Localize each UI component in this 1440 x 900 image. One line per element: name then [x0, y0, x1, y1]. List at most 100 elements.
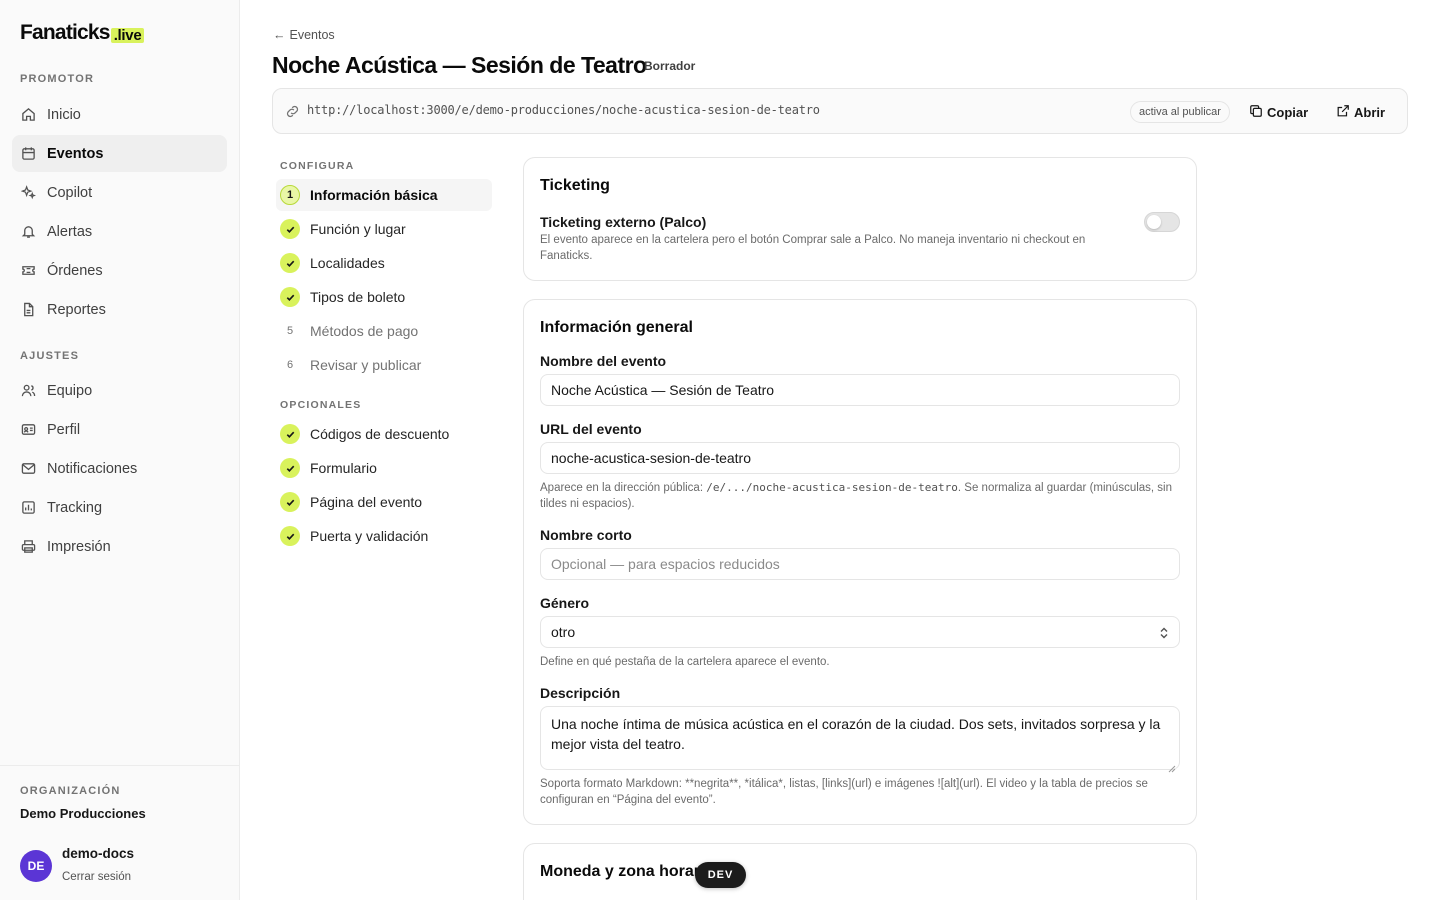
file-icon: [21, 302, 36, 317]
step-puerta-y-validacion[interactable]: Puerta y validación: [276, 520, 492, 552]
url-help-path: /e/.../noche-acustica-sesion-de-teatro: [706, 481, 958, 494]
sidebar: Fanaticks .live PROMOTOR Inicio Eventos …: [0, 0, 240, 900]
sidebar-item-notificaciones[interactable]: Notificaciones: [12, 450, 227, 487]
calendar-icon: [21, 146, 36, 161]
sidebar-item-alertas[interactable]: Alertas: [12, 213, 227, 250]
chevron-up-down-icon: [1159, 626, 1169, 639]
step-label: Tipos de boleto: [310, 289, 406, 305]
event-url-label: URL del evento: [540, 421, 642, 437]
genre-label: Género: [540, 595, 590, 611]
ticket-icon: [21, 263, 36, 278]
step-label: Función y lugar: [310, 221, 406, 237]
step-label: Formulario: [310, 460, 377, 476]
public-url[interactable]: http://localhost:3000/e/demo-produccione…: [307, 103, 820, 117]
sidebar-item-label: Órdenes: [47, 262, 103, 279]
external-ticketing-toggle[interactable]: [1144, 212, 1180, 232]
sidebar-item-perfil[interactable]: Perfil: [12, 411, 227, 448]
sidebar-item-ordenes[interactable]: Órdenes: [12, 252, 227, 289]
copy-url-button[interactable]: Copiar: [1249, 101, 1308, 123]
copy-label: Copiar: [1267, 104, 1309, 120]
bell-icon: [21, 224, 36, 239]
ticketing-title: Ticketing: [540, 177, 610, 194]
step-funcion-y-lugar[interactable]: Función y lugar: [276, 213, 492, 245]
sidebar-item-copilot[interactable]: Copilot: [12, 174, 227, 211]
sidebar-item-label: Notificaciones: [47, 460, 138, 477]
section-promotor: PROMOTOR: [20, 73, 95, 85]
dev-badge[interactable]: DEV: [695, 862, 746, 888]
check-icon: [280, 492, 300, 512]
general-info-title: Información general: [540, 319, 693, 336]
external-ticketing-label: Ticketing externo (Palco): [540, 214, 707, 230]
open-url-button[interactable]: Abrir: [1336, 101, 1385, 123]
org-divider: [0, 765, 240, 766]
sidebar-item-inicio[interactable]: Inicio: [12, 96, 227, 133]
ticketing-card: Ticketing Ticketing externo (Palco) El e…: [523, 157, 1197, 281]
home-icon: [21, 107, 36, 122]
check-icon: [280, 253, 300, 273]
status-badge: Borrador: [644, 59, 696, 73]
step-metodos-de-pago[interactable]: 5 Métodos de pago: [276, 315, 492, 347]
brand-logo[interactable]: Fanaticks .live: [20, 21, 145, 44]
event-name-input[interactable]: Noche Acústica — Sesión de Teatro: [540, 374, 1180, 406]
currency-timezone-card: Moneda y zona horaria: [523, 843, 1197, 900]
sidebar-item-label: Copilot: [47, 184, 93, 201]
logout-link[interactable]: Cerrar sesión: [62, 871, 131, 883]
check-icon: [280, 287, 300, 307]
external-link-icon: [1336, 104, 1350, 121]
id-card-icon: [21, 422, 36, 437]
event-name-label: Nombre del evento: [540, 353, 667, 369]
sidebar-item-equipo[interactable]: Equipo: [12, 372, 227, 409]
section-ajustes: AJUSTES: [20, 350, 80, 362]
step-formulario[interactable]: Formulario: [276, 452, 492, 484]
step-number: 1: [280, 185, 300, 205]
sidebar-item-label: Impresión: [47, 538, 111, 555]
printer-icon: [21, 539, 36, 554]
step-codigos-de-descuento[interactable]: Códigos de descuento: [276, 418, 492, 450]
resize-grip-icon[interactable]: [1168, 758, 1176, 773]
avatar[interactable]: DE: [20, 850, 52, 882]
arrow-left-icon: ←: [273, 28, 286, 42]
sidebar-item-tracking[interactable]: Tracking: [12, 489, 227, 526]
mail-icon: [21, 461, 36, 476]
description-label: Descripción: [540, 685, 621, 701]
sidebar-item-impresion[interactable]: Impresión: [12, 528, 227, 565]
sidebar-item-reportes[interactable]: Reportes: [12, 291, 227, 328]
steps-opcionales-heading: OPCIONALES: [280, 399, 362, 411]
toggle-knob: [1147, 215, 1161, 229]
link-icon: [285, 104, 300, 119]
sidebar-item-label: Tracking: [47, 499, 103, 516]
sidebar-item-label: Reportes: [47, 301, 106, 318]
description-textarea[interactable]: Una noche íntima de música acústica en e…: [540, 706, 1180, 773]
sidebar-item-label: Inicio: [47, 106, 81, 123]
description-value: Una noche íntima de música acústica en e…: [551, 716, 1161, 752]
copy-icon: [1249, 104, 1263, 121]
sidebar-item-label: Perfil: [47, 421, 81, 438]
event-url-input[interactable]: noche-acustica-sesion-de-teatro: [540, 442, 1180, 474]
external-ticketing-help: El evento aparece en la cartelera pero e…: [540, 234, 1086, 262]
genre-select[interactable]: otro: [540, 616, 1180, 648]
org-name[interactable]: Demo Producciones: [20, 806, 146, 821]
check-icon: [280, 424, 300, 444]
currency-timezone-title: Moneda y zona horaria: [540, 863, 714, 880]
brand-name: Fanaticks: [20, 21, 110, 44]
short-name-input[interactable]: Opcional — para espacios reducidos: [540, 548, 1180, 580]
step-localidades[interactable]: Localidades: [276, 247, 492, 279]
sparkles-icon: [21, 185, 36, 200]
sidebar-item-eventos[interactable]: Eventos: [12, 135, 227, 172]
user-name: demo-docs: [62, 846, 135, 861]
step-label: Métodos de pago: [310, 323, 419, 339]
steps-configura-heading: CONFIGURA: [280, 160, 355, 172]
genre-help: Define en qué pestaña de la cartelera ap…: [540, 656, 830, 668]
open-label: Abrir: [1354, 104, 1386, 120]
back-link[interactable]: ← Eventos: [273, 28, 335, 42]
users-icon: [21, 383, 36, 398]
step-pagina-del-evento[interactable]: Página del evento: [276, 486, 492, 518]
check-icon: [280, 458, 300, 478]
step-tipos-de-boleto[interactable]: Tipos de boleto: [276, 281, 492, 313]
step-revisar-y-publicar[interactable]: 6 Revisar y publicar: [276, 349, 492, 381]
sidebar-item-label: Equipo: [47, 382, 93, 399]
chart-icon: [21, 500, 36, 515]
description-help: Soporta formato Markdown: **negrita**, *…: [540, 778, 1148, 806]
step-informacion-basica[interactable]: 1 Información básica: [276, 179, 492, 211]
step-label: Información básica: [310, 187, 438, 203]
